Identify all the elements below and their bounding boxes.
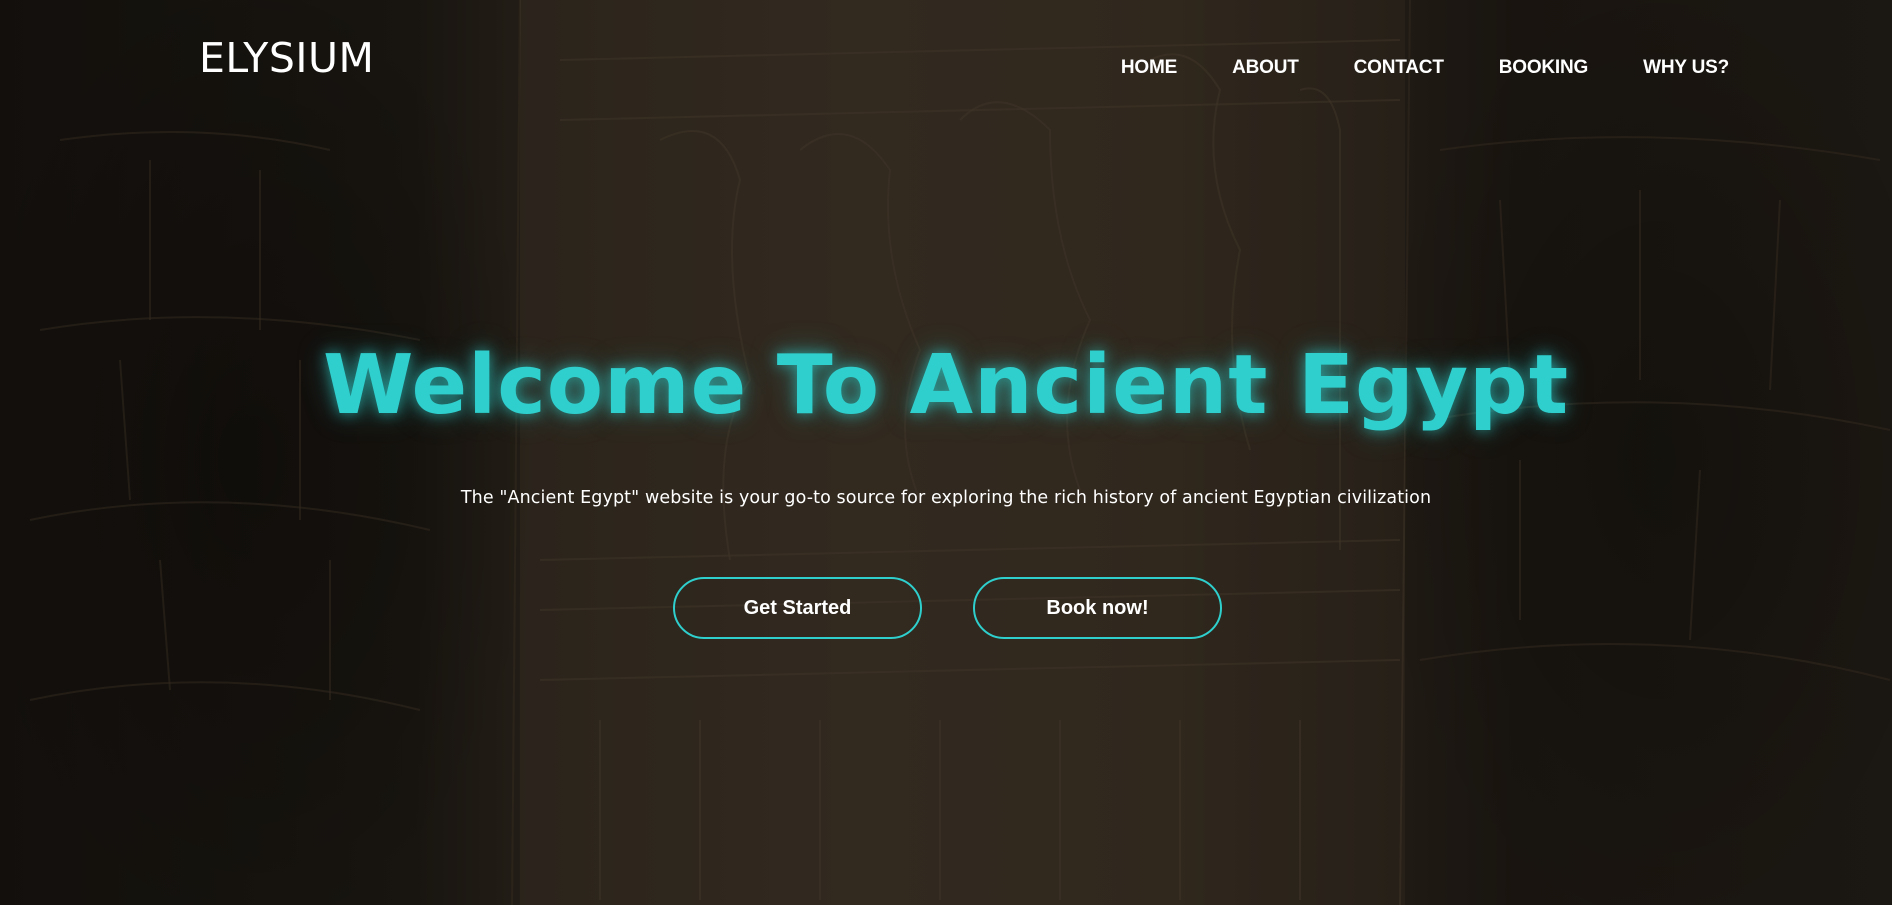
hero-section: ELYSIUM HOME ABOUT CONTACT BOOKING WHY U… bbox=[0, 0, 1892, 905]
site-logo[interactable]: ELYSIUM bbox=[199, 38, 374, 79]
get-started-button[interactable]: Get Started bbox=[673, 577, 922, 639]
main-navigation: HOME ABOUT CONTACT BOOKING WHY US? bbox=[1066, 56, 1729, 80]
nav-item-about[interactable]: ABOUT bbox=[1232, 56, 1299, 80]
background-overlay bbox=[0, 0, 1892, 905]
book-now-button[interactable]: Book now! bbox=[973, 577, 1222, 639]
hero-subtitle: The "Ancient Egypt" website is your go-t… bbox=[460, 488, 1432, 508]
nav-item-booking[interactable]: BOOKING bbox=[1499, 56, 1589, 80]
nav-item-why-us[interactable]: WHY US? bbox=[1643, 56, 1729, 80]
nav-item-home[interactable]: HOME bbox=[1121, 56, 1177, 80]
hero-title: Welcome To Ancient Egypt bbox=[322, 338, 1570, 433]
nav-item-contact[interactable]: CONTACT bbox=[1354, 56, 1444, 80]
